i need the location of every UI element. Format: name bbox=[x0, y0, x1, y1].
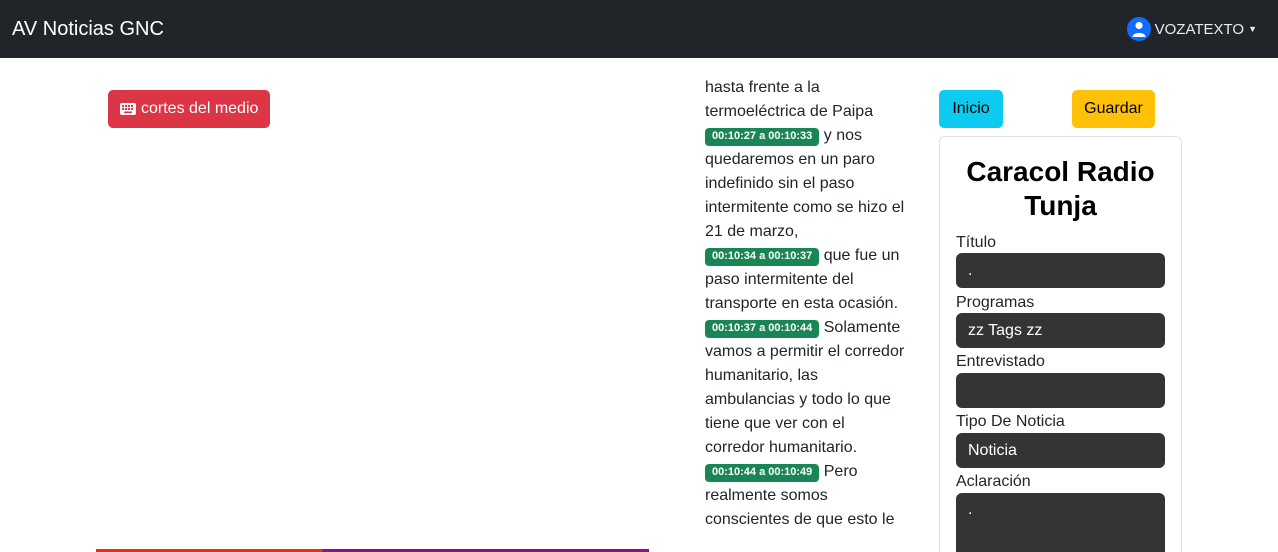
user-menu[interactable]: VOZATEXTO ▼ bbox=[1126, 17, 1257, 41]
news-form-card: Caracol Radio Tunja Título . Programas z… bbox=[939, 136, 1182, 552]
cortes-label: cortes del medio bbox=[141, 100, 259, 117]
inicio-button[interactable]: Inicio bbox=[939, 90, 1003, 128]
transcript-text: hasta frente a la termoeléctrica de Paip… bbox=[705, 79, 874, 120]
guardar-button[interactable]: Guardar bbox=[1072, 90, 1155, 128]
keyboard-icon bbox=[120, 103, 136, 115]
programas-field[interactable]: zz Tags zz bbox=[956, 313, 1165, 348]
entrevistado-label: Entrevistado bbox=[956, 353, 1045, 370]
media-title: Caracol Radio Tunja bbox=[966, 156, 1155, 221]
entrevistado-field[interactable] bbox=[956, 373, 1165, 408]
titulo-label: Título bbox=[956, 234, 997, 251]
user-name: VOZATEXTO bbox=[1154, 20, 1245, 38]
aclaracion-textarea[interactable]: . bbox=[956, 493, 1165, 552]
cortes-del-medio-button[interactable]: cortes del medio bbox=[108, 90, 271, 128]
user-circle-icon bbox=[1126, 17, 1151, 41]
titulo-field[interactable]: . bbox=[956, 253, 1165, 288]
caret-down-icon: ▼ bbox=[1248, 24, 1257, 34]
transcript-panel: hasta frente a la termoeléctrica de Paip… bbox=[705, 78, 905, 552]
timestamp-badge[interactable]: 00:10:44 a 00:10:49 bbox=[705, 464, 820, 482]
tipo-noticia-select[interactable]: Noticia bbox=[956, 433, 1165, 468]
timestamp-badge[interactable]: 00:10:27 a 00:10:33 bbox=[705, 128, 820, 146]
timestamp-badge[interactable]: 00:10:34 a 00:10:37 bbox=[705, 248, 820, 266]
timestamp-badge[interactable]: 00:10:37 a 00:10:44 bbox=[705, 320, 820, 338]
tipo-noticia-label: Tipo De Noticia bbox=[956, 413, 1065, 430]
app-brand[interactable]: AV Noticias GNC bbox=[12, 18, 164, 41]
top-navbar: AV Noticias GNC VOZATEXTO ▼ bbox=[0, 0, 1278, 58]
aclaracion-label: Aclaración bbox=[956, 473, 1031, 490]
programas-label: Programas bbox=[956, 294, 1035, 311]
transcript-text: Solamente vamos a permitir el corredor h… bbox=[705, 319, 905, 456]
